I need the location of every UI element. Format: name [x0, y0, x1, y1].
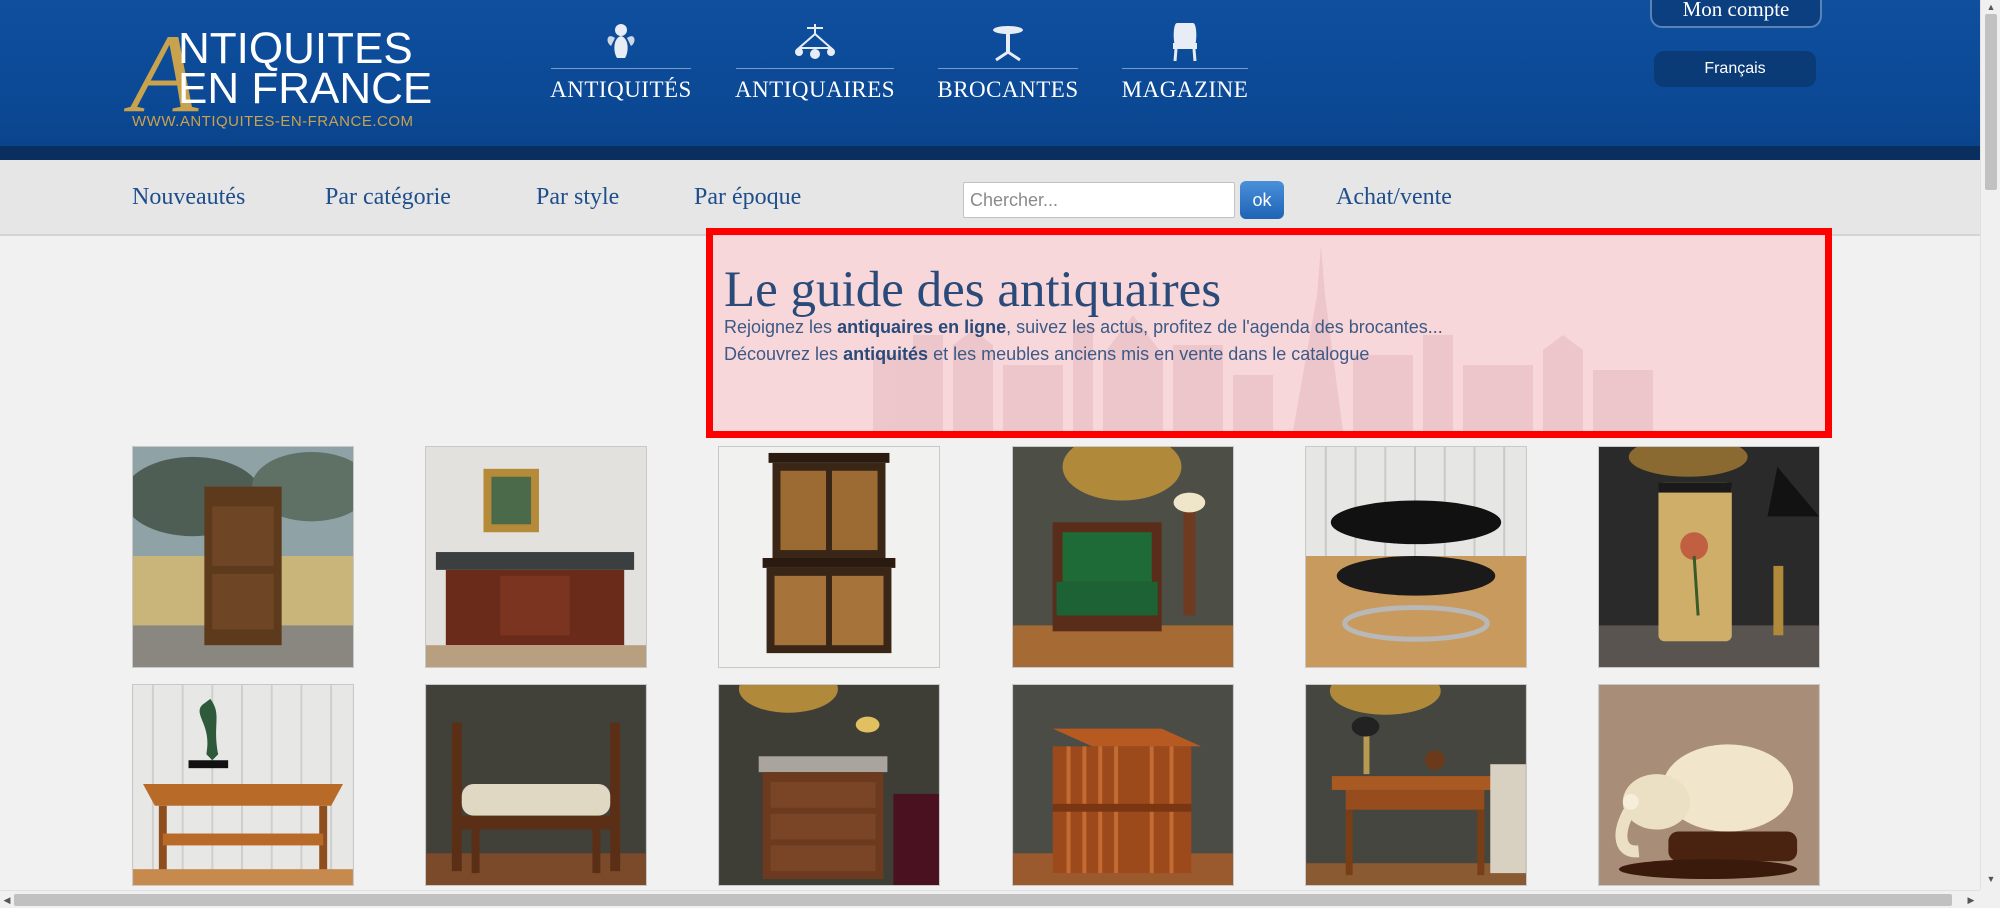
logo-url: WWW.ANTIQUITES-EN-FRANCE.COM: [132, 113, 414, 130]
chrome-coffee-table-photo: [1306, 447, 1526, 667]
guide-line-2: Découvrez les antiquités et les meubles …: [724, 344, 1370, 364]
search-input[interactable]: [963, 182, 1235, 218]
language-selector[interactable]: Français: [1654, 51, 1816, 87]
window-bench-photo: [426, 685, 646, 885]
nav-divider: [736, 68, 894, 69]
product-thumbnail-coffee-table[interactable]: [1305, 446, 1527, 668]
vertical-scroll-thumb[interactable]: [1985, 14, 1997, 190]
product-thumbnail-commode[interactable]: [718, 684, 940, 886]
nav-divider: [551, 68, 691, 69]
site-header: A NTIQUITES EN FRANCE WWW.ANTIQUITES-EN-…: [0, 0, 1980, 160]
product-thumbnail-cabinet[interactable]: [718, 446, 940, 668]
scroll-right-icon[interactable]: ▶: [1964, 891, 1978, 908]
product-thumbnail-bookcase[interactable]: [1012, 684, 1234, 886]
armoire-photo: [133, 447, 353, 667]
scroll-down-icon[interactable]: ▼: [1981, 872, 2000, 886]
mainnav-antiquites[interactable]: ANTIQUITÉS: [550, 20, 692, 110]
search-button[interactable]: ok: [1240, 181, 1284, 219]
logo-line-2: EN FRANCE: [178, 64, 433, 113]
subnav-par-style[interactable]: Par style: [536, 184, 619, 211]
scrollbar-corner: [1980, 890, 2000, 908]
lacquered-vase-photo: [1599, 447, 1819, 667]
scroll-up-icon[interactable]: ▲: [1981, 0, 2000, 14]
product-thumbnail-bench[interactable]: [425, 684, 647, 886]
antiquaires-link[interactable]: antiquaires en ligne: [837, 317, 1006, 337]
mainnav-magazine[interactable]: MAGAZINE: [1122, 20, 1248, 110]
product-thumbnail-desk[interactable]: [1305, 684, 1527, 886]
product-thumbnail-statue-table[interactable]: [132, 684, 354, 886]
armchair-icon: [1163, 20, 1207, 64]
subnav-par-epoque[interactable]: Par époque: [694, 184, 801, 211]
account-button[interactable]: Mon compte: [1650, 0, 1822, 28]
horizontal-scroll-thumb[interactable]: [14, 894, 1952, 906]
guide-line-1: Rejoignez les antiquaires en ligne, suiv…: [724, 317, 1443, 337]
guide-title: Le guide des antiquaires: [724, 262, 1222, 318]
mainnav-label: ANTIQUITÉS: [550, 77, 692, 102]
subnav-achat-vente[interactable]: Achat/vente: [1336, 184, 1452, 211]
antiquites-link[interactable]: antiquités: [843, 344, 928, 364]
vertical-scrollbar[interactable]: ▲ ▼: [1980, 0, 2000, 890]
site-logo[interactable]: A NTIQUITES EN FRANCE WWW.ANTIQUITES-EN-…: [130, 18, 450, 134]
nav-divider: [938, 68, 1078, 69]
product-thumbnail-armchair[interactable]: [1012, 446, 1234, 668]
mainnav-label: BROCANTES: [937, 77, 1079, 102]
bronze-statue-table-photo: [133, 685, 353, 885]
header-divider: [0, 146, 1980, 160]
mainnav-label: ANTIQUAIRES: [734, 77, 896, 102]
mainnav-label: MAGAZINE: [1121, 77, 1249, 102]
inlaid-cabinet-photo: [719, 447, 939, 667]
writing-desk-photo: [1306, 685, 1526, 885]
product-thumbnail-elephant[interactable]: [1598, 684, 1820, 886]
mainnav-antiquaires[interactable]: ANTIQUAIRES: [734, 20, 896, 110]
scroll-left-icon[interactable]: ◀: [0, 891, 14, 908]
product-thumbnail-sideboard[interactable]: [425, 446, 647, 668]
ivory-elephant-photo: [1599, 685, 1819, 885]
subnav-nouveautes[interactable]: Nouveautés: [132, 184, 245, 211]
horizontal-scrollbar[interactable]: ◀ ▶: [0, 890, 1980, 908]
product-thumbnail-vase[interactable]: [1598, 446, 1820, 668]
pedestal-table-icon: [986, 20, 1030, 64]
guide-banner: Le guide des antiquaires Rejoignez les a…: [706, 228, 1832, 438]
marble-sideboard-photo: [426, 447, 646, 667]
cherub-icon: [599, 20, 643, 64]
chandelier-icon: [793, 20, 837, 64]
nav-divider: [1122, 68, 1248, 69]
mainnav-brocantes[interactable]: BROCANTES: [937, 20, 1079, 110]
revolving-bookcase-photo: [1013, 685, 1233, 885]
product-thumbnail-armoire[interactable]: [132, 446, 354, 668]
green-armchair-photo: [1013, 447, 1233, 667]
subnav-par-categorie[interactable]: Par catégorie: [325, 184, 451, 211]
marble-commode-photo: [719, 685, 939, 885]
